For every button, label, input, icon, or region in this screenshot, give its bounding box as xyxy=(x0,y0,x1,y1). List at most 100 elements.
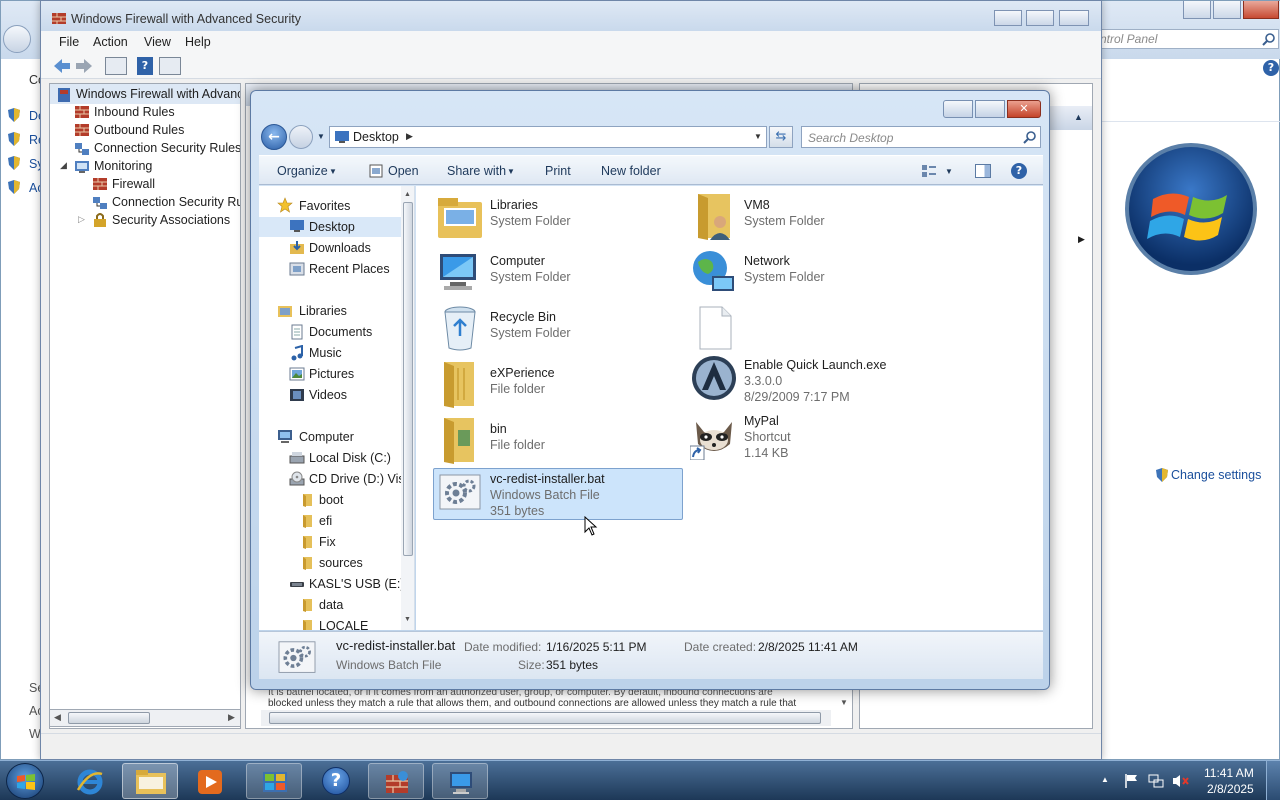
tree-connection-security-rules[interactable]: Connection Security Rules xyxy=(94,141,240,159)
file-item-recycle-bin[interactable]: Recycle Bin System Folder xyxy=(434,302,684,354)
nav-folder-data[interactable]: data xyxy=(319,598,343,612)
back-button[interactable]: ← xyxy=(261,124,287,150)
nav-folder-boot[interactable]: boot xyxy=(319,493,343,507)
cp-search-box[interactable]: ntrol Panel xyxy=(1097,29,1279,49)
new-folder-button[interactable]: New folder xyxy=(601,156,661,186)
nav-cd-drive[interactable]: CD Drive (D:) Vist xyxy=(309,472,408,486)
fw-restore-button[interactable] xyxy=(1026,10,1054,26)
search-icon[interactable] xyxy=(1023,130,1037,144)
file-item-libraries[interactable]: Libraries System Folder xyxy=(434,190,684,242)
action-center-flag-icon[interactable] xyxy=(1124,773,1140,789)
view-dropdown-icon[interactable]: ▼ xyxy=(945,167,953,176)
organize-button[interactable]: Organize xyxy=(277,156,328,186)
nav-folder-efi[interactable]: efi xyxy=(319,514,332,528)
chevron-right-icon[interactable]: ▶ xyxy=(1078,234,1085,245)
change-settings-link[interactable]: Change settings xyxy=(1171,468,1261,482)
tree-root[interactable]: Windows Firewall with Advanced Security xyxy=(76,87,240,105)
arrow-left-icon[interactable] xyxy=(53,58,71,74)
tree-outbound-rules[interactable]: Outbound Rules xyxy=(94,123,184,141)
menu-help[interactable]: Help xyxy=(185,35,211,49)
print-button[interactable]: Print xyxy=(545,156,571,186)
tree-hscroll-thumb[interactable] xyxy=(68,712,150,724)
tray-overflow-icon[interactable]: ▲ xyxy=(1101,775,1109,784)
clock-date[interactable]: 2/8/2025 xyxy=(1207,782,1254,796)
file-item-enable-quick-launch[interactable]: Enable Quick Launch.exe 3.3.0.0 8/29/200… xyxy=(688,350,938,404)
nav-downloads[interactable]: Downloads xyxy=(309,241,371,255)
nav-music[interactable]: Music xyxy=(309,346,342,360)
center-hscroll-thumb[interactable] xyxy=(269,712,821,724)
tree-inbound-rules[interactable]: Inbound Rules xyxy=(94,105,175,123)
nav-vscrollbar[interactable]: ▲ ▼ xyxy=(401,186,414,630)
preview-pane-icon[interactable] xyxy=(975,164,991,178)
explorer-minimize-button[interactable] xyxy=(943,100,973,118)
address-location[interactable]: Desktop xyxy=(353,130,399,144)
menu-file[interactable]: File xyxy=(59,35,79,49)
tree-monitoring-connection-security-rules[interactable]: Connection Security Rules xyxy=(112,195,240,213)
taskbar-computer[interactable] xyxy=(432,763,488,799)
address-bar[interactable]: Desktop ▶ ▼ xyxy=(329,126,767,148)
nav-pictures[interactable]: Pictures xyxy=(309,367,354,381)
file-item-network[interactable]: Network System Folder xyxy=(688,246,938,298)
fw-minimize-button[interactable] xyxy=(994,10,1022,26)
menu-view[interactable]: View xyxy=(144,35,171,49)
file-item-bin[interactable]: bin File folder xyxy=(434,414,684,466)
show-desktop-button[interactable] xyxy=(1266,761,1280,800)
nav-folder-fix[interactable]: Fix xyxy=(319,535,336,549)
nav-usb-drive[interactable]: KASL'S USB (E:) xyxy=(309,577,404,591)
actions-collapse-icon[interactable]: ▲ xyxy=(1074,112,1083,122)
explorer-maximize-button[interactable] xyxy=(975,100,1005,118)
fw-close-button[interactable] xyxy=(1059,10,1089,26)
cp-restore-button[interactable] xyxy=(1213,1,1241,19)
share-with-button[interactable]: Share with xyxy=(447,156,506,186)
search-box[interactable]: Search Desktop xyxy=(801,126,1041,148)
view-options-icon[interactable] xyxy=(921,164,937,178)
tree-firewall[interactable]: Firewall xyxy=(112,177,155,195)
address-dropdown-icon[interactable]: ▼ xyxy=(754,132,762,141)
refresh-button[interactable]: ⇆ xyxy=(769,126,793,148)
nav-folder-sources[interactable]: sources xyxy=(319,556,363,570)
volume-muted-icon[interactable] xyxy=(1172,773,1190,789)
show-action-pane-icon[interactable] xyxy=(159,57,181,75)
nav-videos[interactable]: Videos xyxy=(309,388,347,402)
taskbar-help[interactable]: ? xyxy=(308,763,364,799)
taskbar-internet-explorer[interactable] xyxy=(62,763,118,799)
nav-folder-locale[interactable]: LOCALE xyxy=(319,619,368,630)
file-item-experience[interactable]: eXPerience File folder xyxy=(434,358,684,410)
nav-vscroll-thumb[interactable] xyxy=(403,202,413,556)
network-tray-icon[interactable] xyxy=(1148,773,1164,789)
scroll-up-arrow-icon[interactable]: ▲ xyxy=(404,191,411,198)
file-item-blank[interactable] xyxy=(688,302,938,354)
nav-libraries-header[interactable]: Libraries xyxy=(299,304,347,318)
scroll-right-arrow-icon[interactable]: ▶ xyxy=(228,712,235,723)
nav-recent-places[interactable]: Recent Places xyxy=(309,262,390,276)
file-item-computer[interactable]: Computer System Folder xyxy=(434,246,684,298)
taskbar-firewall[interactable] xyxy=(368,763,424,799)
start-button[interactable] xyxy=(6,763,44,799)
nav-computer-header[interactable]: Computer xyxy=(299,430,354,444)
tree-collapse-arrow-icon[interactable]: ◢ xyxy=(60,160,67,171)
help-icon[interactable]: ? xyxy=(137,57,153,75)
nav-desktop[interactable]: Desktop xyxy=(309,220,355,234)
file-item-mypal[interactable]: MyPal Shortcut 1.14 KB xyxy=(688,406,938,460)
explorer-close-button[interactable]: ✕ xyxy=(1007,100,1041,118)
open-button[interactable]: Open xyxy=(388,156,419,186)
nav-local-disk[interactable]: Local Disk (C:) xyxy=(309,451,391,465)
breadcrumb-arrow-icon[interactable]: ▶ xyxy=(406,131,413,142)
menu-action[interactable]: Action xyxy=(93,35,128,49)
scroll-left-arrow-icon[interactable]: ◀ xyxy=(54,712,61,723)
center-hscrollbar[interactable] xyxy=(261,710,831,726)
tree-security-associations[interactable]: Security Associations xyxy=(112,213,230,231)
scroll-down-arrow-icon[interactable]: ▼ xyxy=(840,698,848,707)
cp-close-button[interactable] xyxy=(1243,1,1279,19)
cp-back-button[interactable] xyxy=(3,25,31,53)
file-item-vm8[interactable]: VM8 System Folder xyxy=(688,190,938,242)
taskbar-media-player[interactable] xyxy=(182,763,238,799)
show-hide-tree-icon[interactable] xyxy=(105,57,127,75)
tree-expand-arrow-icon[interactable]: ▷ xyxy=(78,214,85,225)
recent-pages-dropdown-icon[interactable]: ▼ xyxy=(317,132,325,141)
help-icon[interactable]: ? xyxy=(1263,60,1279,76)
clock-time[interactable]: 11:41 AM xyxy=(1204,766,1254,780)
tree-monitoring[interactable]: Monitoring xyxy=(94,159,152,177)
scroll-down-arrow-icon[interactable]: ▼ xyxy=(404,616,411,623)
cp-minimize-button[interactable] xyxy=(1183,1,1211,19)
